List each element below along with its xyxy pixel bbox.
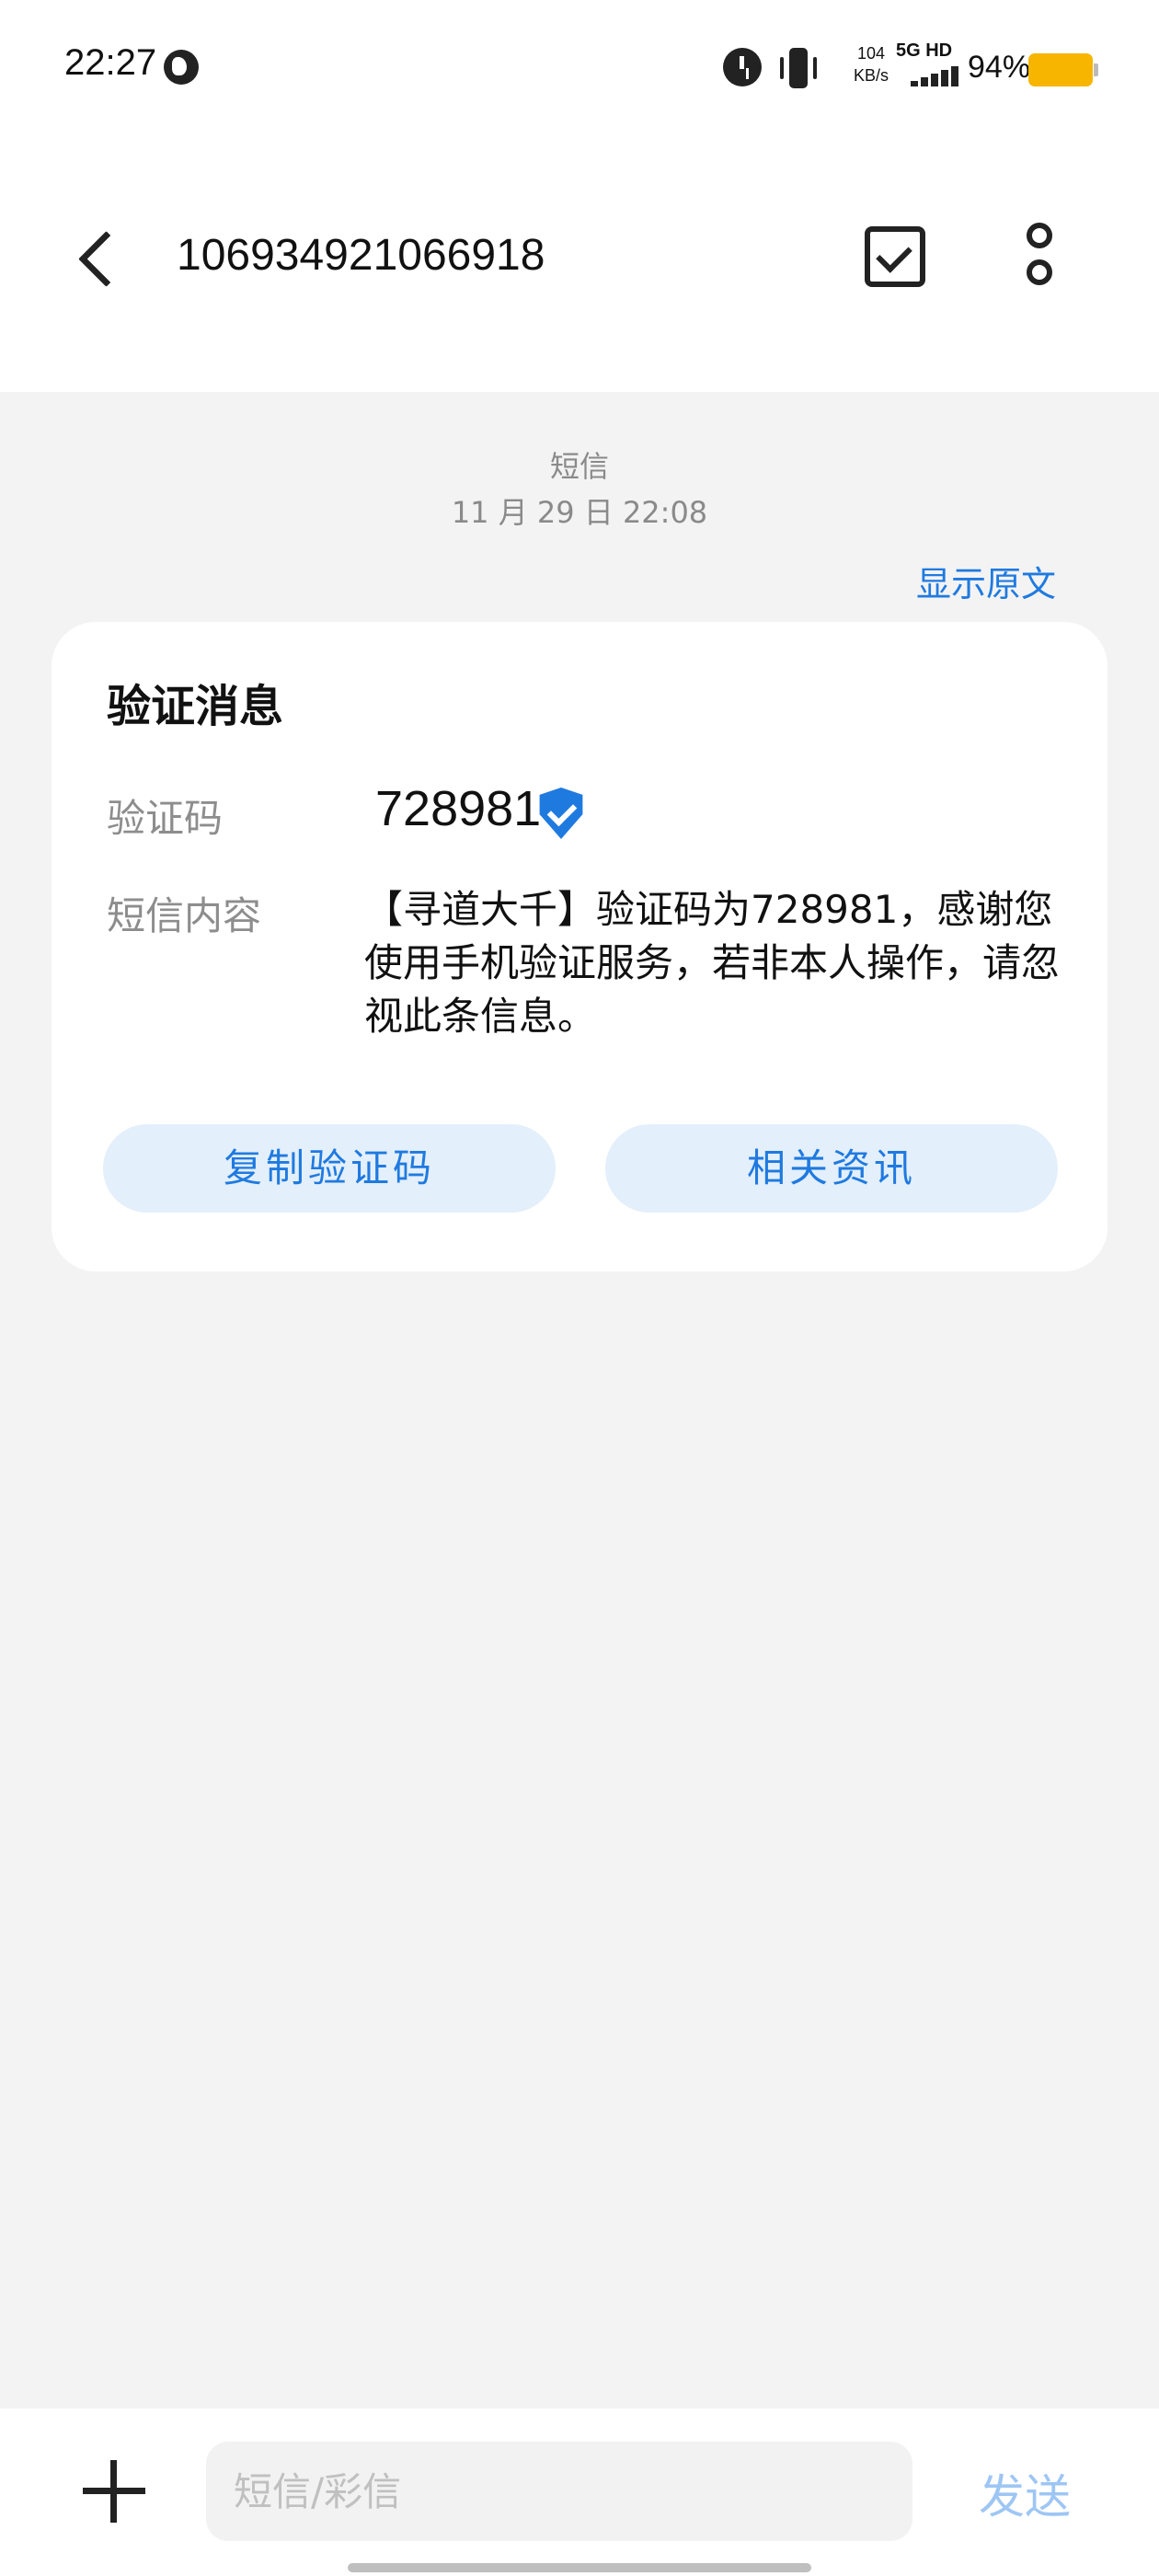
network-type: 5G HD: [896, 40, 953, 61]
home-indicator[interactable]: [348, 2563, 811, 2572]
speed-unit: KB/s: [853, 66, 889, 85]
status-bar: 22:27 104 KB/s 5G HD 94%: [0, 0, 1159, 138]
message-type: 短信: [549, 449, 609, 484]
plus-icon[interactable]: [83, 2460, 145, 2523]
status-time: 22:27: [64, 42, 157, 83]
signal-icon: [911, 66, 958, 86]
verification-code[interactable]: 728981: [375, 780, 541, 837]
copy-code-button[interactable]: 复制验证码: [103, 1124, 556, 1213]
speed-value: 104: [856, 44, 886, 63]
card-title: 验证消息: [107, 681, 284, 732]
message-timestamp: 11 月 29 日 22:08: [451, 495, 708, 530]
code-label: 验证码: [107, 796, 224, 841]
verified-shield-icon: [539, 788, 583, 839]
conversation-header: 106934921066918: [0, 138, 1159, 392]
battery-icon: [1028, 53, 1098, 86]
network-speed: 104 KB/s: [839, 42, 903, 86]
globe-icon: [164, 50, 199, 85]
sms-screen: 22:27 104 KB/s 5G HD 94% 106934921066918…: [0, 0, 1159, 2576]
message-input[interactable]: [206, 2442, 912, 2541]
send-button[interactable]: 发送: [979, 2460, 1071, 2526]
related-info-button[interactable]: 相关资讯: [605, 1124, 1058, 1213]
content-label: 短信内容: [107, 893, 262, 938]
select-checkbox-icon[interactable]: [865, 226, 925, 287]
compose-bar: 发送: [0, 2409, 1159, 2576]
back-icon[interactable]: [75, 228, 112, 287]
more-options-icon[interactable]: [1023, 223, 1056, 293]
show-original-link[interactable]: 显示原文: [916, 556, 1056, 606]
vibrate-icon: [780, 48, 817, 88]
verification-card: 验证消息 验证码 728981 短信内容 【寻道大千】验证码为728981，感谢…: [52, 622, 1107, 1271]
sms-content: 【寻道大千】验证码为728981，感谢您使用手机验证服务，若非本人操作，请忽视此…: [364, 887, 1061, 1039]
alarm-icon: [723, 48, 762, 86]
battery-percent: 94%: [968, 50, 1031, 85]
contact-number: 106934921066918: [177, 231, 545, 280]
